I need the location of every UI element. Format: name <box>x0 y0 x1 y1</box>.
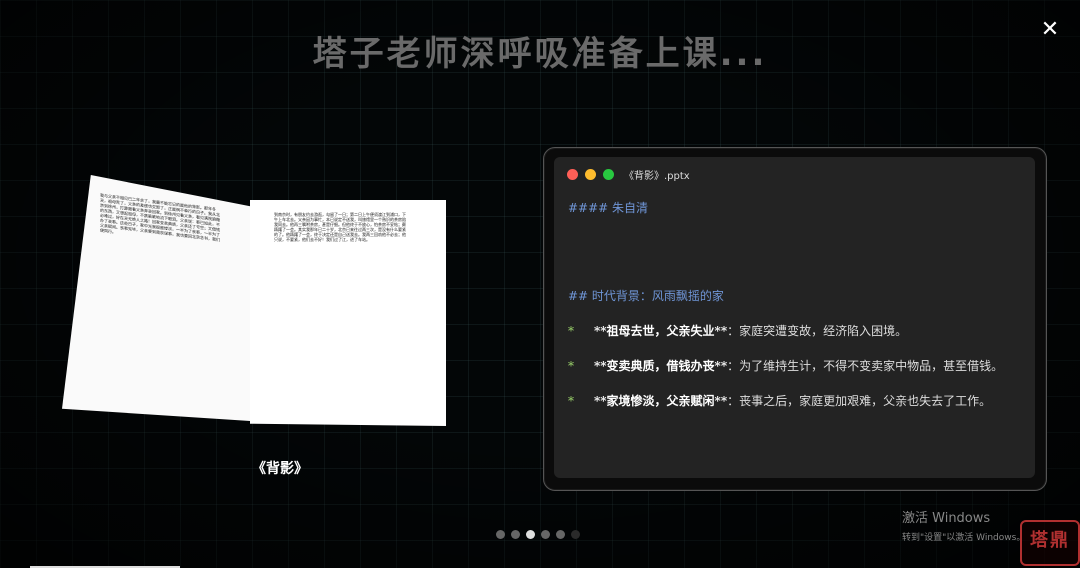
list-item-bold: **变卖典质，借钱办丧** <box>594 359 728 373</box>
author-heading: #### 朱自清 <box>568 201 649 215</box>
window-minimize-dot[interactable] <box>585 169 596 180</box>
list-item: * **变卖典质，借钱办丧**：为了维持生计，不得不变卖家中物品，甚至借钱。 <box>568 357 1003 374</box>
pagination-dot[interactable] <box>556 530 565 539</box>
pagination-dots <box>496 524 586 539</box>
editor-window: 《背影》.pptx #### 朱自清 ## 时代背景：风雨飘摇的家 * **祖母去… <box>554 157 1035 478</box>
book-title: 《背影》 <box>252 461 308 477</box>
list-item-bold: **家境惨淡，父亲赋闲** <box>594 394 728 408</box>
close-icon[interactable]: ✕ <box>1038 18 1062 42</box>
bullet-star: * <box>568 324 574 338</box>
right-page-text: 到南京时，有朋友约去游逛，勾留了一日；第二日上午便须渡江到浦口，下午上车北去。父… <box>274 212 406 242</box>
window-close-dot[interactable] <box>567 169 578 180</box>
list-item: * **祖母去世，父亲失业**：家庭突遭变故，经济陷入困境。 <box>568 322 907 339</box>
pagination-dot[interactable] <box>511 530 520 539</box>
activation-line1: 激活 Windows <box>902 511 991 526</box>
window-title: 《背影》.pptx <box>624 171 690 182</box>
background-heading: ## 时代背景：风雨飘摇的家 <box>568 289 724 303</box>
book-right-page: 到南京时，有朋友约去游逛，勾留了一日；第二日上午便须渡江到浦口，下午上车北去。父… <box>250 200 446 426</box>
seal-logo: 塔鼎 <box>1020 520 1080 566</box>
left-page-text: 我与父亲不相见已二年余了，我最不能忘记的是他的背影。那年冬天，祖母死了，父亲的差… <box>100 192 220 243</box>
list-item-bold: **祖母去世，父亲失业** <box>594 324 728 338</box>
page-headline: 塔子老师深呼吸准备上课... <box>312 34 768 74</box>
pagination-dot[interactable] <box>496 530 505 539</box>
activation-line2: 转到"设置"以激活 Windows。 <box>902 533 1026 543</box>
pagination-dot[interactable] <box>571 530 580 539</box>
bullet-star: * <box>568 359 574 373</box>
window-maximize-dot[interactable] <box>603 169 614 180</box>
book-left-page: 我与父亲不相见已二年余了，我最不能忘记的是他的背影。那年冬天，祖母死了，父亲的差… <box>62 175 254 421</box>
bullet-star: * <box>568 394 574 408</box>
list-item-text: ：为了维持生计，不得不变卖家中物品，甚至借钱。 <box>727 359 1004 373</box>
list-item: * **家境惨淡，父亲赋闲**：丧事之后，家庭更加艰难，父亲也失去了工作。 <box>568 392 991 409</box>
windows-activation-watermark: 激活 Windows 转到"设置"以激活 Windows。 <box>902 507 1025 543</box>
list-item-text: ：丧事之后，家庭更加艰难，父亲也失去了工作。 <box>727 394 992 408</box>
pagination-dot[interactable] <box>526 530 535 539</box>
pagination-dot[interactable] <box>541 530 550 539</box>
slide-preview-frame: 《背影》.pptx #### 朱自清 ## 时代背景：风雨飘摇的家 * **祖母去… <box>543 147 1047 491</box>
list-item-text: ：家庭突遭变故，经济陷入困境。 <box>727 324 908 338</box>
book-preview[interactable]: 我与父亲不相见已二年余了，我最不能忘记的是他的背影。那年冬天，祖母死了，父亲的差… <box>62 170 452 432</box>
